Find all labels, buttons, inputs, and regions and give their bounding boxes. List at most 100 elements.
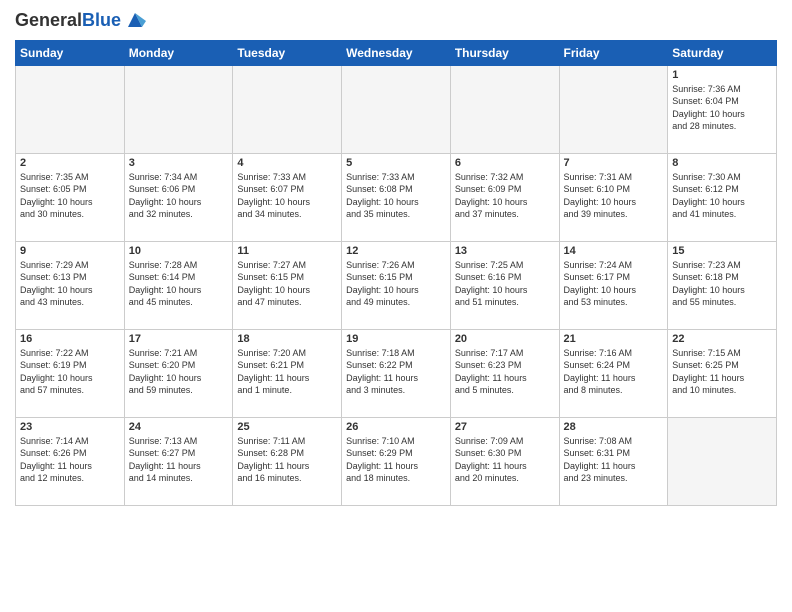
day-number: 26 [346,421,446,433]
day-number: 1 [672,69,772,81]
day-info: Sunrise: 7:30 AM Sunset: 6:12 PM Dayligh… [672,171,772,221]
calendar-week-row: 9 Sunrise: 7:29 AM Sunset: 6:13 PM Daylig… [16,241,777,329]
day-number: 25 [237,421,337,433]
calendar-day-cell: 20 Sunrise: 7:17 AM Sunset: 6:23 PM Dayli… [450,329,559,417]
calendar-day-cell: 3 Sunrise: 7:34 AM Sunset: 6:06 PM Daylig… [124,153,233,241]
calendar-day-cell: 27Sunrise: 7:09 AM Sunset: 6:30 PM Dayli… [450,417,559,505]
weekday-header-cell: Saturday [668,40,777,65]
day-number: 15 [672,245,772,257]
calendar-day-cell: 13 Sunrise: 7:25 AM Sunset: 6:16 PM Dayli… [450,241,559,329]
day-info: Sunrise: 7:17 AM Sunset: 6:23 PM Dayligh… [455,347,555,397]
day-number: 4 [237,157,337,169]
day-info: Sunrise: 7:14 AM Sunset: 6:26 PM Dayligh… [20,435,120,485]
weekday-header-cell: Sunday [16,40,125,65]
calendar-day-cell: 15 Sunrise: 7:23 AM Sunset: 6:18 PM Dayli… [668,241,777,329]
day-number: 8 [672,157,772,169]
calendar-day-cell [342,65,451,153]
day-number: 20 [455,333,555,345]
calendar-table: SundayMondayTuesdayWednesdayThursdayFrid… [15,40,777,506]
day-info: Sunrise: 7:32 AM Sunset: 6:09 PM Dayligh… [455,171,555,221]
day-number: 10 [129,245,229,257]
calendar-day-cell: 16 Sunrise: 7:22 AM Sunset: 6:19 PM Dayli… [16,329,125,417]
calendar-day-cell: 5 Sunrise: 7:33 AM Sunset: 6:08 PM Daylig… [342,153,451,241]
calendar-day-cell: 26 Sunrise: 7:10 AM Sunset: 6:29 PM Dayli… [342,417,451,505]
logo: GeneralBlue [15,10,146,32]
day-info: Sunrise: 7:23 AM Sunset: 6:18 PM Dayligh… [672,259,772,309]
day-number: 21 [564,333,664,345]
day-info: Sunrise: 7:35 AM Sunset: 6:05 PM Dayligh… [20,171,120,221]
day-info: Sunrise: 7:16 AM Sunset: 6:24 PM Dayligh… [564,347,664,397]
day-info: Sunrise: 7:24 AM Sunset: 6:17 PM Dayligh… [564,259,664,309]
day-info: Sunrise: 7:25 AM Sunset: 6:16 PM Dayligh… [455,259,555,309]
day-number: 3 [129,157,229,169]
calendar-day-cell: 23 Sunrise: 7:14 AM Sunset: 6:26 PM Dayli… [16,417,125,505]
calendar-day-cell: 21 Sunrise: 7:16 AM Sunset: 6:24 PM Dayli… [559,329,668,417]
calendar-day-cell: 10 Sunrise: 7:28 AM Sunset: 6:14 PM Dayli… [124,241,233,329]
calendar-day-cell [559,65,668,153]
day-info: Sunrise: 7:22 AM Sunset: 6:19 PM Dayligh… [20,347,120,397]
calendar-day-cell: 8 Sunrise: 7:30 AM Sunset: 6:12 PM Daylig… [668,153,777,241]
calendar-day-cell [233,65,342,153]
calendar-container: GeneralBlue SundayMondayTuesdayWednesday… [0,0,792,612]
calendar-day-cell: 2Sunrise: 7:35 AM Sunset: 6:05 PM Daylig… [16,153,125,241]
day-number: 17 [129,333,229,345]
day-info: Sunrise: 7:26 AM Sunset: 6:15 PM Dayligh… [346,259,446,309]
day-number: 23 [20,421,120,433]
day-number: 12 [346,245,446,257]
day-info: Sunrise: 7:33 AM Sunset: 6:07 PM Dayligh… [237,171,337,221]
day-info: Sunrise: 7:36 AM Sunset: 6:04 PM Dayligh… [672,83,772,133]
calendar-week-row: 23 Sunrise: 7:14 AM Sunset: 6:26 PM Dayli… [16,417,777,505]
day-info: Sunrise: 7:28 AM Sunset: 6:14 PM Dayligh… [129,259,229,309]
logo-text: GeneralBlue [15,10,121,32]
calendar-day-cell: 19 Sunrise: 7:18 AM Sunset: 6:22 PM Dayli… [342,329,451,417]
calendar-day-cell: 7 Sunrise: 7:31 AM Sunset: 6:10 PM Daylig… [559,153,668,241]
calendar-day-cell [450,65,559,153]
calendar-day-cell: 28 Sunrise: 7:08 AM Sunset: 6:31 PM Dayli… [559,417,668,505]
day-number: 22 [672,333,772,345]
day-number: 18 [237,333,337,345]
calendar-day-cell: 18 Sunrise: 7:20 AM Sunset: 6:21 PM Dayli… [233,329,342,417]
calendar-day-cell: 25Sunrise: 7:11 AM Sunset: 6:28 PM Dayli… [233,417,342,505]
day-info: Sunrise: 7:31 AM Sunset: 6:10 PM Dayligh… [564,171,664,221]
day-number: 28 [564,421,664,433]
calendar-day-cell: 4 Sunrise: 7:33 AM Sunset: 6:07 PM Daylig… [233,153,342,241]
calendar-day-cell: 22 Sunrise: 7:15 AM Sunset: 6:25 PM Dayli… [668,329,777,417]
day-info: Sunrise: 7:08 AM Sunset: 6:31 PM Dayligh… [564,435,664,485]
calendar-day-cell: 12 Sunrise: 7:26 AM Sunset: 6:15 PM Dayli… [342,241,451,329]
day-number: 27 [455,421,555,433]
day-info: Sunrise: 7:33 AM Sunset: 6:08 PM Dayligh… [346,171,446,221]
weekday-header-cell: Wednesday [342,40,451,65]
calendar-day-cell: 1 Sunrise: 7:36 AM Sunset: 6:04 PM Daylig… [668,65,777,153]
calendar-week-row: 16 Sunrise: 7:22 AM Sunset: 6:19 PM Dayli… [16,329,777,417]
day-number: 24 [129,421,229,433]
calendar-week-row: 1 Sunrise: 7:36 AM Sunset: 6:04 PM Daylig… [16,65,777,153]
day-number: 9 [20,245,120,257]
day-info: Sunrise: 7:29 AM Sunset: 6:13 PM Dayligh… [20,259,120,309]
day-number: 11 [237,245,337,257]
day-info: Sunrise: 7:20 AM Sunset: 6:21 PM Dayligh… [237,347,337,397]
calendar-day-cell: 6Sunrise: 7:32 AM Sunset: 6:09 PM Daylig… [450,153,559,241]
day-number: 19 [346,333,446,345]
calendar-day-cell: 24Sunrise: 7:13 AM Sunset: 6:27 PM Dayli… [124,417,233,505]
calendar-day-cell [124,65,233,153]
day-info: Sunrise: 7:27 AM Sunset: 6:15 PM Dayligh… [237,259,337,309]
calendar-day-cell: 11 Sunrise: 7:27 AM Sunset: 6:15 PM Dayli… [233,241,342,329]
weekday-header-cell: Tuesday [233,40,342,65]
day-info: Sunrise: 7:10 AM Sunset: 6:29 PM Dayligh… [346,435,446,485]
calendar-day-cell: 9 Sunrise: 7:29 AM Sunset: 6:13 PM Daylig… [16,241,125,329]
day-info: Sunrise: 7:18 AM Sunset: 6:22 PM Dayligh… [346,347,446,397]
calendar-day-cell [668,417,777,505]
calendar-day-cell: 17 Sunrise: 7:21 AM Sunset: 6:20 PM Dayli… [124,329,233,417]
day-number: 5 [346,157,446,169]
weekday-header-cell: Monday [124,40,233,65]
day-info: Sunrise: 7:21 AM Sunset: 6:20 PM Dayligh… [129,347,229,397]
day-info: Sunrise: 7:15 AM Sunset: 6:25 PM Dayligh… [672,347,772,397]
header: GeneralBlue [15,10,777,32]
day-number: 16 [20,333,120,345]
weekday-header-cell: Friday [559,40,668,65]
day-number: 7 [564,157,664,169]
logo-icon [124,9,146,31]
day-number: 13 [455,245,555,257]
calendar-day-cell: 14Sunrise: 7:24 AM Sunset: 6:17 PM Dayli… [559,241,668,329]
day-info: Sunrise: 7:34 AM Sunset: 6:06 PM Dayligh… [129,171,229,221]
